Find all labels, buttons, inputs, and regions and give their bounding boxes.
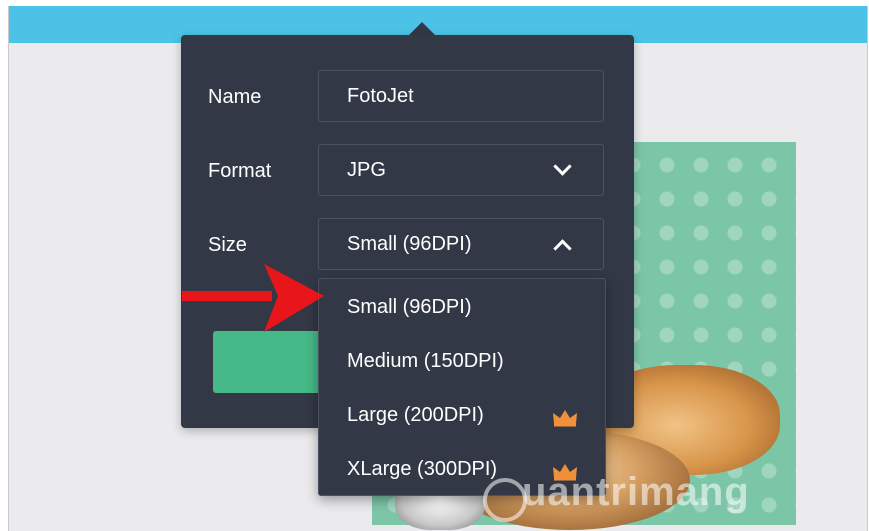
- download-button[interactable]: [213, 331, 333, 393]
- chevron-up-icon: [553, 239, 572, 258]
- watermark-text: uantrimang: [522, 470, 750, 514]
- name-label: Name: [208, 86, 262, 108]
- size-option-small[interactable]: Small (96DPI): [347, 295, 471, 319]
- watermark-logo-icon: [483, 478, 527, 522]
- annotation-arrow-icon: [182, 264, 324, 332]
- format-value: JPG: [347, 159, 386, 181]
- chevron-down-icon: [553, 157, 572, 176]
- size-dropdown-menu: Small (96DPI) Medium (150DPI) Large (200…: [318, 278, 606, 496]
- format-select[interactable]: JPG: [318, 144, 604, 196]
- format-label: Format: [208, 160, 272, 182]
- size-value: Small (96DPI): [347, 233, 472, 255]
- crown-icon: [553, 410, 577, 427]
- size-label: Size: [208, 234, 247, 256]
- panel-pointer: [408, 22, 436, 36]
- size-option-xlarge[interactable]: XLarge (300DPI): [347, 457, 497, 481]
- size-select[interactable]: Small (96DPI): [318, 218, 604, 270]
- size-option-medium[interactable]: Medium (150DPI): [347, 349, 504, 373]
- name-field[interactable]: FotoJet: [318, 70, 604, 122]
- size-option-large[interactable]: Large (200DPI): [347, 403, 484, 427]
